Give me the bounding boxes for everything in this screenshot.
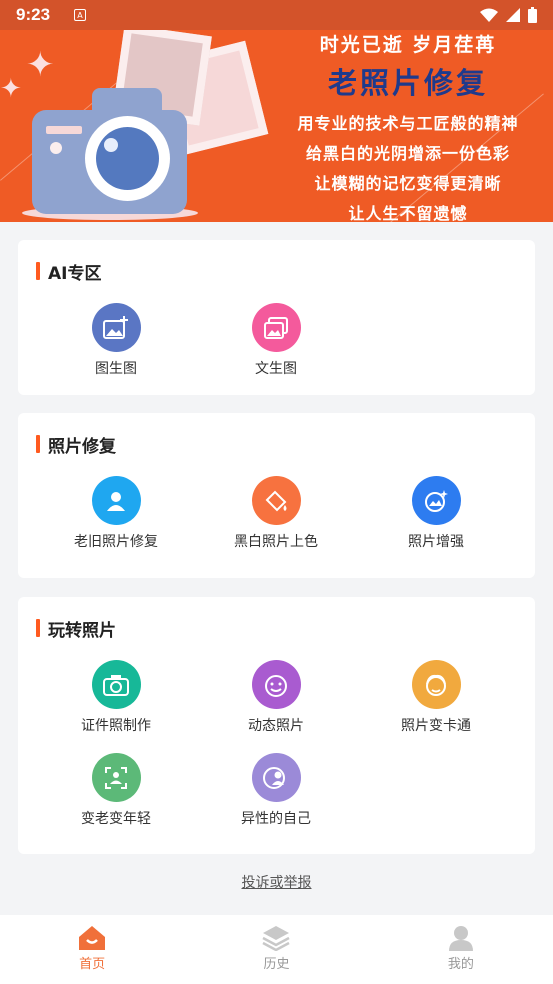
feature-label: 黑白照片上色 <box>234 534 318 550</box>
enhance-icon <box>411 476 461 525</box>
layers-icon <box>262 926 291 951</box>
feature-old-photo-repair[interactable]: 老旧照片修复 <box>36 476 196 551</box>
report-link[interactable]: 投诉或举报 <box>242 875 312 891</box>
gallery-icon <box>251 303 301 352</box>
cartoon-face-icon <box>411 660 461 709</box>
section-ai: AI专区 图生图 文生图 <box>18 240 535 395</box>
feature-id-photo[interactable]: 证件照制作 <box>36 660 196 735</box>
banner-line: 给黑白的光阴增添一份色彩 <box>305 144 510 163</box>
notification-icon: A <box>74 9 87 21</box>
tab-label: 我的 <box>447 957 474 972</box>
profile-swap-icon <box>251 753 301 802</box>
feature-enhance[interactable]: 照片增强 <box>356 476 516 551</box>
paint-bucket-icon <box>251 476 301 525</box>
feature-cartoon[interactable]: 照片变卡通 <box>356 660 516 735</box>
tab-label: 历史 <box>263 957 290 972</box>
banner-line: 让模糊的记忆变得更清晰 <box>314 174 502 193</box>
tab-label: 首页 <box>79 957 106 972</box>
feature-image-to-image[interactable]: 图生图 <box>36 303 196 378</box>
tab-home[interactable]: 首页 <box>0 915 184 984</box>
feature-text-to-image[interactable]: 文生图 <box>196 303 356 378</box>
tab-mine[interactable]: 我的 <box>369 915 553 984</box>
camera-dot <box>50 142 62 154</box>
feature-label: 照片变卡通 <box>401 718 471 734</box>
sparkle-icon: ✦ <box>26 45 55 85</box>
feature-colorize[interactable]: 黑白照片上色 <box>196 476 356 551</box>
feature-label: 文生图 <box>255 361 297 377</box>
feature-label: 证件照制作 <box>81 718 151 734</box>
camera-lens-shine <box>104 138 118 152</box>
user-icon <box>448 926 473 951</box>
status-icons <box>480 7 537 23</box>
image-plus-icon <box>91 303 141 352</box>
feature-age-change[interactable]: 变老变年轻 <box>36 753 196 828</box>
feature-label: 变老变年轻 <box>81 811 151 827</box>
home-icon <box>79 926 106 950</box>
bottom-tab-bar: 首页 历史 我的 <box>0 915 553 984</box>
status-time: 9:23 <box>16 5 51 24</box>
camera-flash <box>46 126 82 134</box>
banner-line: 时光已逝 岁月荏苒 <box>319 34 497 56</box>
report-link-container: 投诉或举报 <box>0 872 553 892</box>
camera-lens-inner <box>96 127 159 190</box>
section-title: 玩转照片 <box>36 617 116 641</box>
face-scan-icon <box>91 753 141 802</box>
battery-icon <box>528 7 537 23</box>
wifi-icon <box>480 8 498 22</box>
camera-icon <box>91 660 141 709</box>
feature-label: 照片增强 <box>408 534 464 550</box>
feature-label: 图生图 <box>95 361 137 377</box>
section-photo-repair: 照片修复 老旧照片修复 黑白照片上色 照片增强 <box>18 413 535 578</box>
feature-gender-swap[interactable]: 异性的自己 <box>196 753 356 828</box>
section-title: 照片修复 <box>36 433 116 457</box>
feature-label: 老旧照片修复 <box>74 534 158 550</box>
feature-label: 动态照片 <box>248 718 304 734</box>
person-photo-icon <box>91 476 141 525</box>
feature-live-photo[interactable]: 动态照片 <box>196 660 356 735</box>
smile-face-icon <box>251 660 301 709</box>
banner-line: 用专业的技术与工匠般的精神 <box>297 114 519 133</box>
status-bar: 9:23 A <box>0 0 553 30</box>
feature-label: 异性的自己 <box>241 811 311 827</box>
banner-headline: 老照片修复 <box>327 66 488 100</box>
section-photo-fun: 玩转照片 证件照制作 动态照片 照片变卡通 变老变年轻 异性的自己 <box>18 597 535 854</box>
sparkle-icon: ✦ <box>0 74 22 104</box>
section-title: AI专区 <box>36 260 101 284</box>
banner-line: 让人生不留遗憾 <box>348 204 468 222</box>
tab-history[interactable]: 历史 <box>184 915 368 984</box>
signal-icon <box>506 8 520 22</box>
hero-banner[interactable]: ✦ ✦ 时光已逝 岁月荏苒 老照片修复 用专业的技术与工匠般的精神 给黑白的光阴… <box>0 30 553 222</box>
